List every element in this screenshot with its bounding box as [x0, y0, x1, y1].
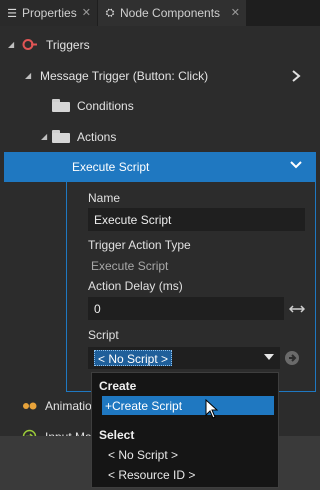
collapse-triangle-icon[interactable]: ◢	[25, 71, 31, 80]
navigate-arrow-icon[interactable]	[284, 350, 300, 366]
close-icon[interactable]: ✕	[231, 6, 240, 19]
trigger-action-type-label: Trigger Action Type	[88, 238, 191, 252]
mouse-cursor-icon	[205, 399, 219, 419]
action-delay-field[interactable]: 0	[88, 297, 284, 320]
chevron-down-icon[interactable]	[290, 160, 302, 170]
folder-icon	[52, 99, 70, 112]
script-dropdown-value: < No Script >	[94, 350, 173, 366]
select-section-header: Select	[99, 428, 135, 442]
script-dropdown[interactable]: < No Script >	[88, 347, 280, 369]
tab-bar: ☰ Properties ✕ ⛭ Node Components ✕	[0, 0, 320, 26]
tree-item-execute-script[interactable]: Execute Script	[4, 152, 316, 182]
folder-icon	[52, 130, 70, 143]
tree-item-label: Conditions	[77, 98, 134, 113]
tree-item-actions[interactable]: ◢ Actions	[0, 121, 320, 152]
tree-item-label: Message Trigger (Button: Click)	[40, 68, 209, 83]
menu-item-label: +Create Script	[105, 399, 183, 413]
trigger-action-type-value: Execute Script	[91, 259, 169, 273]
tab-node-components[interactable]: ⛭ Node Components ✕	[98, 0, 246, 26]
menu-item-resource-id[interactable]: < Resource ID >	[108, 468, 195, 482]
script-label: Script	[88, 328, 119, 342]
action-delay-label: Action Delay (ms)	[88, 279, 183, 293]
tree-item-conditions[interactable]: Conditions	[0, 90, 320, 121]
drag-arrows-icon[interactable]	[289, 305, 305, 313]
tree-item-label: Actions	[77, 129, 117, 144]
tree-item-triggers[interactable]: ◢ Triggers	[0, 29, 320, 60]
trigger-icon	[22, 39, 37, 50]
close-icon[interactable]: ✕	[82, 6, 91, 19]
tree-item-label: Triggers	[46, 37, 90, 52]
menu-item-create-script[interactable]: +Create Script	[102, 396, 274, 415]
tab-properties[interactable]: ☰ Properties ✕	[0, 0, 97, 26]
name-label: Name	[88, 191, 121, 205]
tree-item-label: Execute Script	[72, 160, 150, 174]
chevron-right-icon[interactable]	[291, 70, 301, 82]
menu-item-no-script[interactable]: < No Script >	[108, 448, 178, 462]
collapse-triangle-icon[interactable]: ◢	[41, 132, 47, 141]
script-dropdown-menu: Create +Create Script Select < No Script…	[91, 372, 279, 488]
list-icon: ☰	[7, 7, 17, 20]
tree-item-label: Animatio	[45, 398, 92, 413]
collapse-triangle-icon[interactable]: ◢	[8, 40, 14, 49]
name-field[interactable]: Execute Script	[88, 208, 305, 231]
node-components-icon: ⛭	[105, 6, 115, 19]
tree-item-message-trigger[interactable]: ◢ Message Trigger (Button: Click)	[0, 60, 320, 91]
animation-icon	[23, 402, 37, 410]
create-section-header: Create	[99, 379, 137, 393]
dropdown-arrow-icon[interactable]	[264, 354, 274, 361]
